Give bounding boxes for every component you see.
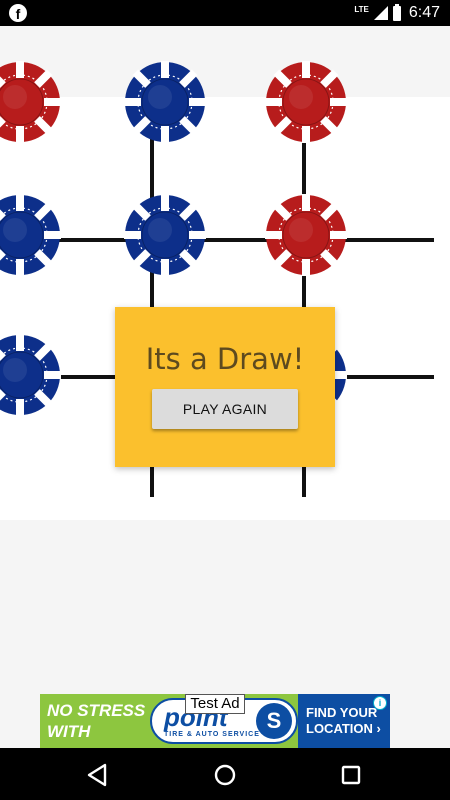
red-chip-icon xyxy=(265,61,347,143)
status-time: 6:47 xyxy=(408,4,440,21)
ad-cta-line2: LOCATION › xyxy=(306,721,381,736)
ad-logo-sub: TIRE & AUTO SERVICE xyxy=(164,731,260,738)
recents-icon[interactable] xyxy=(336,760,366,790)
status-icons: LTE 6:47 xyxy=(354,3,440,23)
test-ad-label: Test Ad xyxy=(185,694,245,714)
back-icon[interactable] xyxy=(83,760,113,790)
ad-cta-text: FIND YOUR LOCATION › xyxy=(306,705,381,737)
result-title: Its a Draw! xyxy=(145,342,305,376)
blue-chip-icon xyxy=(124,61,206,143)
ad-cta[interactable]: FIND YOUR LOCATION › i xyxy=(298,694,390,748)
result-dialog: Its a Draw! PLAY AGAIN xyxy=(115,307,335,467)
ad-left-text: NO STRESS WITH xyxy=(47,700,145,742)
signal-icon xyxy=(373,6,388,20)
battery-icon xyxy=(392,3,401,21)
blue-chip-icon xyxy=(0,194,61,276)
navigation-bar xyxy=(0,748,450,800)
play-again-button[interactable]: PLAY AGAIN xyxy=(152,389,298,429)
facebook-icon: f xyxy=(9,4,27,22)
blue-chip-icon xyxy=(0,334,61,416)
network-type: LTE xyxy=(354,4,369,14)
status-bar: f LTE 6:47 xyxy=(0,0,450,26)
ad-logo-letter: S xyxy=(256,703,292,739)
blue-chip-icon xyxy=(124,194,206,276)
red-chip-icon xyxy=(0,61,61,143)
ad-left-line1: NO STRESS xyxy=(47,701,146,720)
ad-left-line2: WITH xyxy=(47,722,91,741)
ad-choices-icon[interactable]: i xyxy=(373,696,387,710)
red-chip-icon xyxy=(265,194,347,276)
ad-cta-line1: FIND YOUR xyxy=(306,705,378,720)
home-icon[interactable] xyxy=(210,760,240,790)
